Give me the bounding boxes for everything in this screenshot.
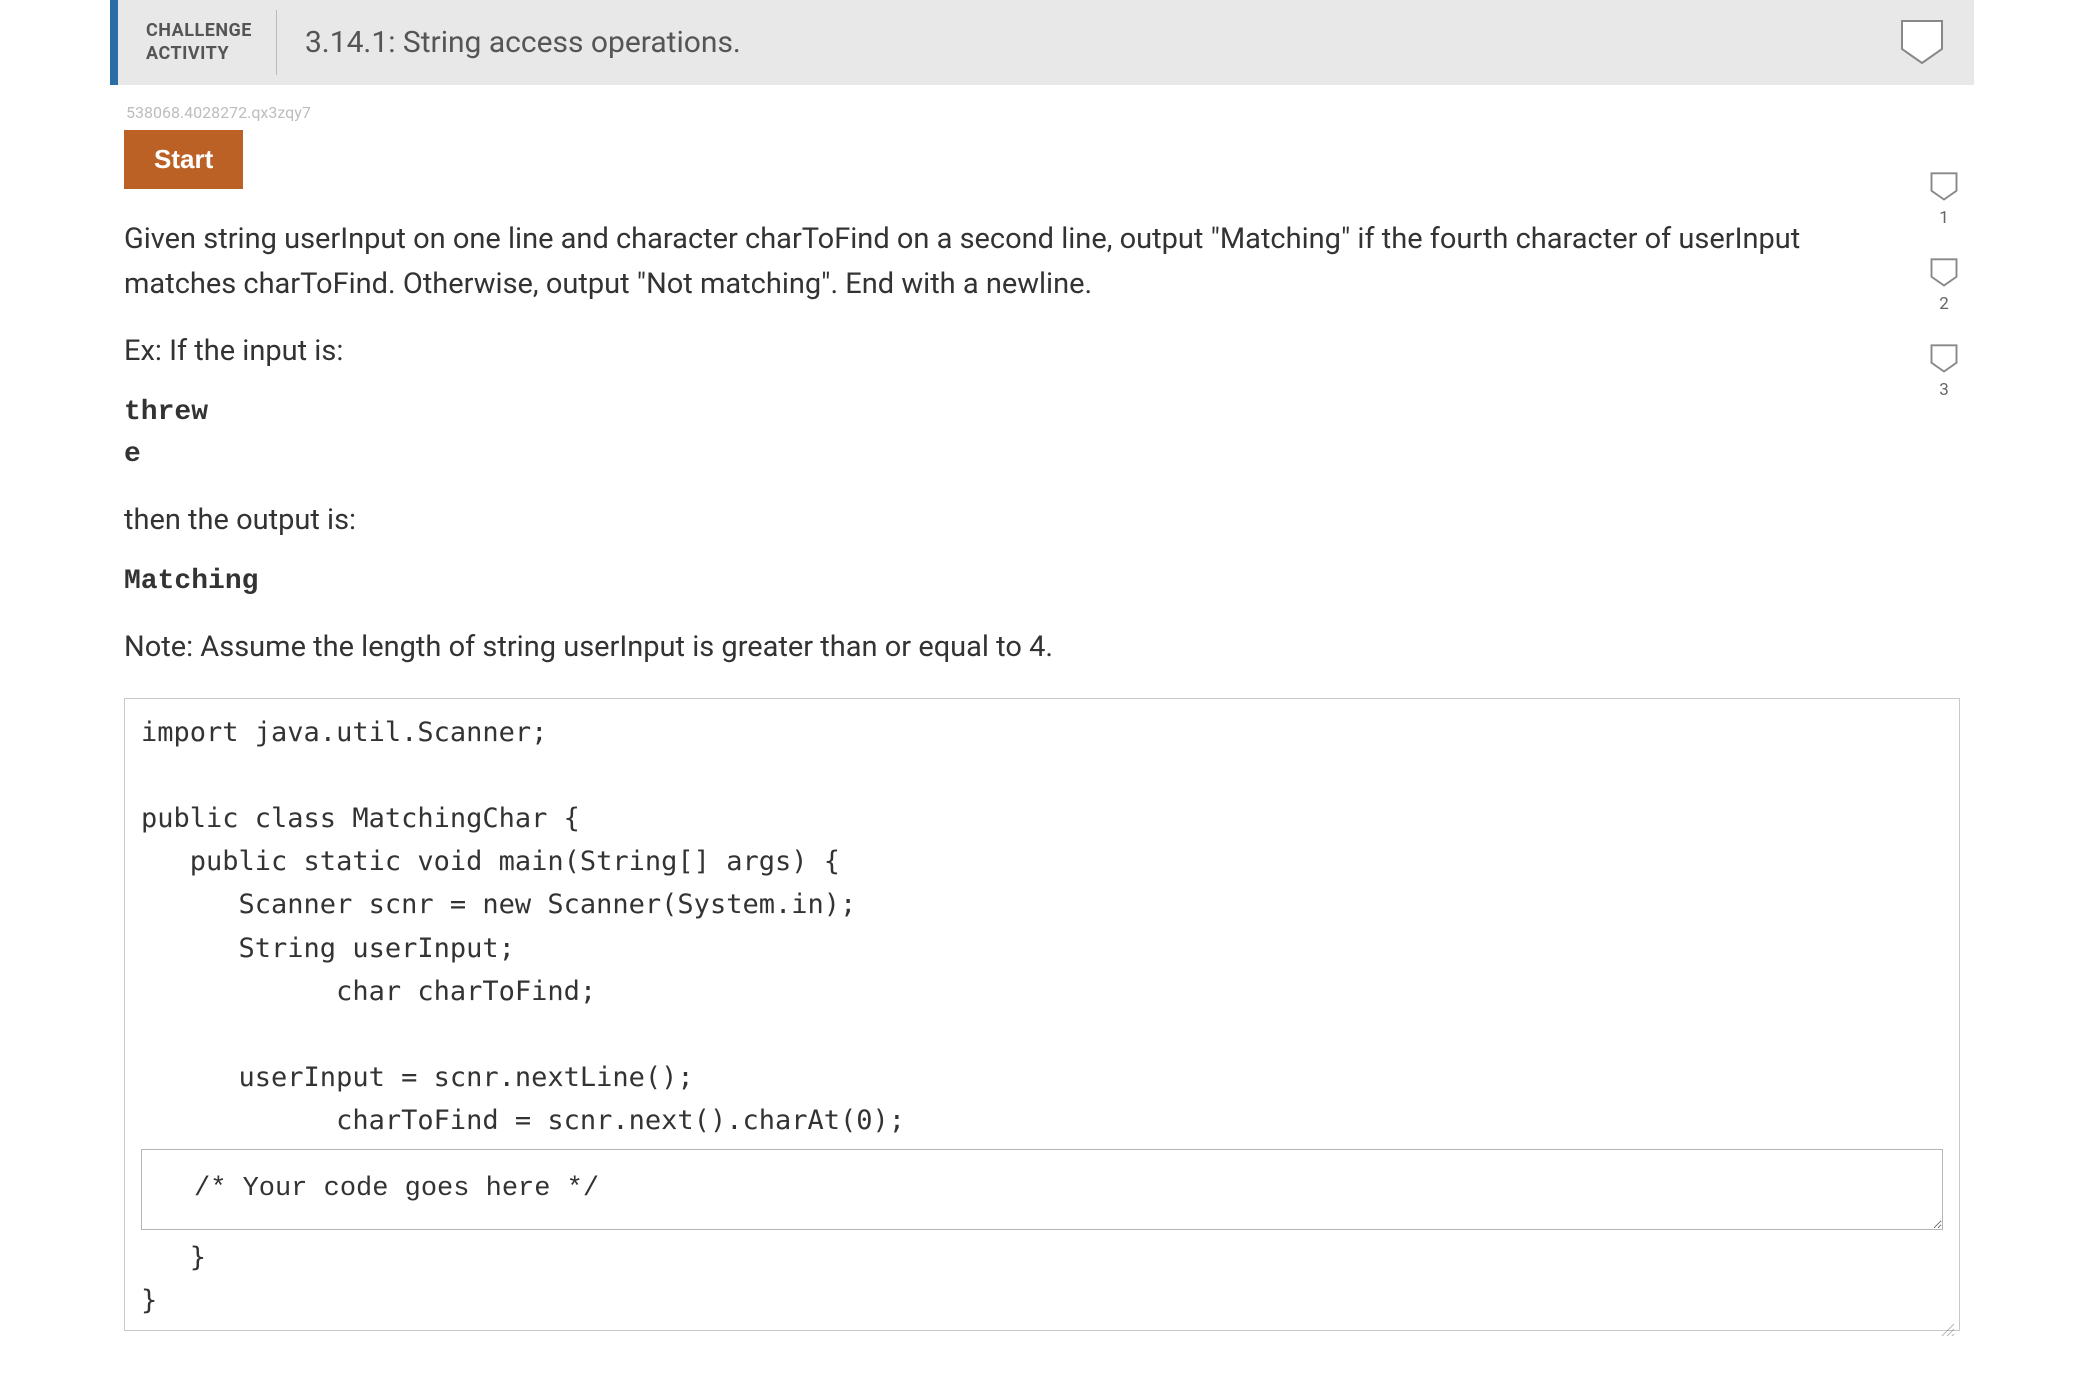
example-input-value: threw e bbox=[124, 392, 1960, 476]
pocket-icon bbox=[1930, 344, 1958, 374]
pocket-icon[interactable] bbox=[1900, 19, 1944, 67]
assumption-note: Note: Assume the length of string userIn… bbox=[124, 625, 1804, 670]
code-editable-region[interactable]: /* Your code goes here */ bbox=[141, 1149, 1943, 1230]
code-editor[interactable]: import java.util.Scanner; public class M… bbox=[124, 698, 1960, 1331]
activity-type-line2: ACTIVITY bbox=[146, 43, 252, 66]
example-output-value: Matching bbox=[124, 561, 1960, 603]
progress-step-number: 3 bbox=[1939, 380, 1949, 400]
activity-id: 538068.4028272.qx3zqy7 bbox=[126, 103, 1960, 122]
example-input-label: Ex: If the input is: bbox=[124, 329, 1804, 374]
progress-step-1[interactable]: 1 bbox=[1930, 172, 1958, 228]
start-button[interactable]: Start bbox=[124, 130, 243, 189]
code-before-readonly: import java.util.Scanner; public class M… bbox=[125, 711, 1959, 1143]
then-output-label: then the output is: bbox=[124, 498, 1804, 543]
progress-step-number: 1 bbox=[1939, 208, 1949, 228]
progress-step-2[interactable]: 2 bbox=[1930, 258, 1958, 314]
prompt-text: Given string userInput on one line and c… bbox=[124, 217, 1804, 307]
activity-header: CHALLENGE ACTIVITY 3.14.1: String access… bbox=[110, 0, 1974, 85]
activity-title: 3.14.1: String access operations. bbox=[305, 25, 741, 60]
progress-step-3[interactable]: 3 bbox=[1930, 344, 1958, 400]
pocket-icon bbox=[1930, 172, 1958, 202]
activity-type-label: CHALLENGE ACTIVITY bbox=[118, 10, 277, 75]
activity-type-line1: CHALLENGE bbox=[146, 20, 252, 43]
activity-content: 538068.4028272.qx3zqy7 Start Given strin… bbox=[110, 103, 1974, 1331]
pocket-icon bbox=[1930, 258, 1958, 288]
progress-step-number: 2 bbox=[1939, 294, 1949, 314]
progress-rail: 1 2 3 bbox=[1930, 172, 1958, 400]
code-after-readonly: } } bbox=[125, 1236, 1959, 1322]
